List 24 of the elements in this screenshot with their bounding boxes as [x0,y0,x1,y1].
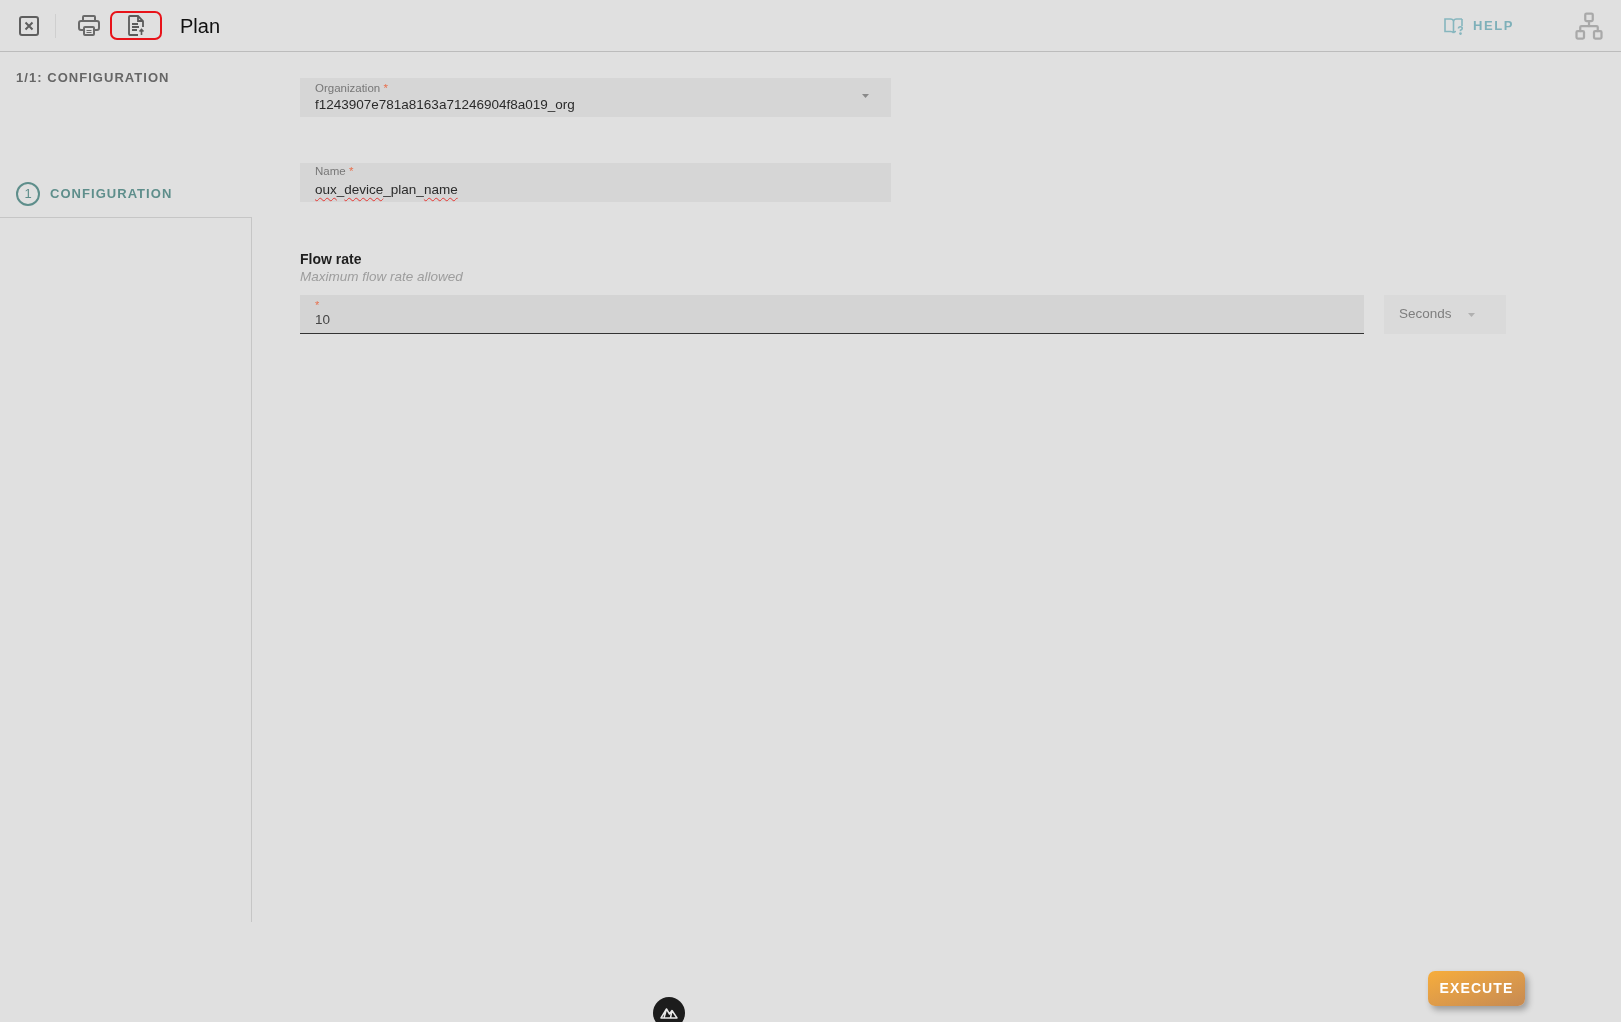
flow-rate-label: Flow rate [300,250,362,268]
field-label: Name * [315,164,354,178]
step-label[interactable]: CONFIGURATION [50,183,173,204]
name-input[interactable]: Name * oux_device_plan_name [300,163,891,202]
required-mark: * [315,299,320,311]
help-button[interactable]: HELP [1444,15,1514,36]
dropdown-caret-icon [1467,312,1475,317]
unit-value: Seconds [1399,305,1452,324]
progress-heading: 1/1: CONFIGURATION [15,69,171,87]
dropdown-caret-icon [862,94,869,98]
flow-rate-description: Maximum flow rate allowed [300,268,463,286]
book-question-icon [1444,16,1466,35]
field-label: Organization * [315,81,388,95]
organization-select[interactable]: Organization * f1243907e781a8163a71246904f8a019_org [300,78,891,117]
mountain-icon[interactable] [653,997,685,1022]
export-button[interactable] [110,11,162,40]
flow-rate-input[interactable]: * 10 [300,295,1364,334]
field-value: 10 [315,311,331,329]
document-arrow-icon [127,15,145,36]
field-value: oux_device_plan_name [315,181,458,199]
field-value: f1243907e781a8163a71246904f8a019_org [315,96,575,114]
page-title: Plan [180,13,221,39]
execute-button[interactable]: EXECUTE [1428,971,1525,1006]
step-number: 1 [16,181,40,206]
